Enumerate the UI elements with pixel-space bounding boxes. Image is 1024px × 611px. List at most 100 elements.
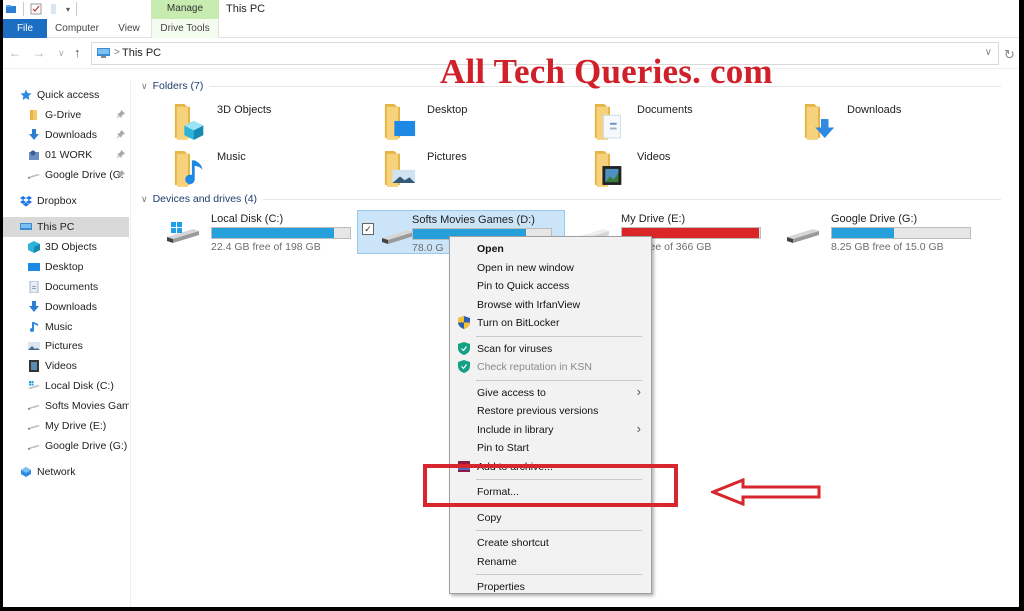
- sidebar-item-documents[interactable]: Documents: [3, 277, 129, 297]
- menu-item-label: Open: [477, 243, 504, 255]
- chevron-down-icon[interactable]: ∨: [985, 47, 992, 58]
- sidebar-item-music[interactable]: Music: [3, 317, 129, 337]
- music-folder-icon: [173, 147, 207, 187]
- sidebar-item-label: Downloads: [45, 301, 97, 313]
- menu-item-check-reputation-in-ksn: Check reputation in KSN: [450, 358, 651, 376]
- sidebar-item-downloads[interactable]: Downloads: [3, 125, 129, 145]
- arrow-right-icon[interactable]: →: [33, 46, 45, 60]
- watermark-text: All Tech Queries. com: [440, 52, 773, 91]
- sidebar-item-label: 01 WORK: [45, 149, 93, 161]
- manage-contextual-tab[interactable]: Manage: [151, 0, 219, 19]
- menu-item-turn-on-bitlocker[interactable]: Turn on BitLocker: [450, 314, 651, 332]
- menu-item-open-in-new-window[interactable]: Open in new window: [450, 259, 651, 277]
- tab-computer[interactable]: Computer: [55, 19, 99, 38]
- video-icon: [28, 360, 40, 372]
- selection-checkbox[interactable]: ✓: [362, 223, 374, 235]
- sidebar-item-desktop[interactable]: Desktop: [3, 257, 129, 277]
- sidebar-item-label: This PC: [37, 221, 75, 233]
- sidebar-item-downloads[interactable]: Downloads: [3, 297, 129, 317]
- sidebar-item-local-disk-c[interactable]: Local Disk (C:): [3, 376, 129, 396]
- folder-documents[interactable]: Documents: [593, 100, 793, 144]
- dropbox-icon: [20, 195, 32, 207]
- sidebar-item-pictures[interactable]: Pictures: [3, 336, 129, 356]
- menu-item-include-in-library[interactable]: Include in library ›: [450, 421, 651, 439]
- sidebar-item-softs-movies-games[interactable]: Softs Movies Games: [3, 396, 129, 416]
- sidebar-item-label: Network: [37, 466, 76, 478]
- menu-item-browse-with-irfanview[interactable]: Browse with IrfanView: [450, 296, 651, 314]
- pictures-folder-icon: [383, 147, 417, 187]
- properties-check-icon[interactable]: [30, 3, 42, 15]
- navigation-pane: Quick access G-Drive Downloads 01 WORK Googl…: [3, 80, 131, 607]
- desktop-folder-icon: [383, 100, 417, 140]
- customize-toolbar-icon[interactable]: ▾: [66, 5, 70, 14]
- sidebar-item-label: Videos: [45, 360, 77, 372]
- download-icon: [28, 301, 40, 313]
- network-icon: [20, 466, 32, 478]
- arrow-left-icon[interactable]: ←: [9, 46, 21, 60]
- tab-file[interactable]: File: [3, 19, 47, 38]
- pin-icon[interactable]: [116, 169, 125, 181]
- drive-free-space: 8.25 GB free of 15.0 GB: [831, 241, 944, 253]
- quick-access-toolbar: ▾: [5, 2, 78, 16]
- sidebar-item-label: Quick access: [37, 89, 100, 101]
- drive-icon: [28, 400, 40, 412]
- sidebar-item-google-drive-g[interactable]: Google Drive (G:: [3, 165, 129, 185]
- star-icon: [20, 89, 32, 101]
- menu-item-label: Pin to Start: [477, 442, 529, 454]
- pin-icon[interactable]: [116, 129, 125, 141]
- folder-3d-objects[interactable]: 3D Objects: [173, 100, 373, 144]
- highlight-box: [423, 464, 678, 507]
- folder-music[interactable]: Music: [173, 147, 373, 191]
- breadcrumb-this-pc[interactable]: This PC: [122, 47, 161, 59]
- tab-drive-tools[interactable]: Drive Tools: [151, 19, 219, 38]
- sidebar-item-dropbox[interactable]: Dropbox: [3, 191, 129, 211]
- folder-desktop[interactable]: Desktop: [383, 100, 583, 144]
- explorer-icon[interactable]: [5, 3, 17, 15]
- sidebar-item-google-drive-g[interactable]: Google Drive (G:): [3, 436, 129, 456]
- menu-item-copy[interactable]: Copy: [450, 509, 651, 527]
- sidebar-item-3d-objects[interactable]: 3D Objects: [3, 237, 129, 257]
- menu-item-label: Browse with IrfanView: [477, 298, 581, 311]
- drives-section-header[interactable]: ∨ Devices and drives (4): [141, 193, 1001, 205]
- menu-separator: [476, 379, 642, 381]
- menu-item-scan-for-viruses[interactable]: Scan for viruses: [450, 340, 651, 358]
- sidebar-item-g-drive[interactable]: G-Drive: [3, 105, 129, 125]
- menu-item-pin-to-start[interactable]: Pin to Start: [450, 439, 651, 457]
- sidebar-item-this-pc[interactable]: This PC: [3, 217, 129, 237]
- drive-usage-fill: [832, 228, 895, 238]
- refresh-icon[interactable]: ↻: [1004, 47, 1015, 63]
- menu-item-label: Turn on BitLocker: [477, 317, 560, 329]
- menu-item-pin-to-quick-access[interactable]: Pin to Quick access: [450, 277, 651, 295]
- pin-icon[interactable]: [116, 149, 125, 161]
- sidebar-item-label: Google Drive (G:): [45, 440, 128, 452]
- sidebar-item-videos[interactable]: Videos: [3, 356, 129, 376]
- folder-pictures[interactable]: Pictures: [383, 147, 583, 191]
- arrow-up-icon[interactable]: ↑: [74, 45, 81, 60]
- folder-videos[interactable]: Videos: [593, 147, 793, 191]
- sidebar-item-label: My Drive (E:): [45, 420, 107, 432]
- computer-icon: [97, 48, 110, 58]
- document-icon: [28, 281, 40, 293]
- cube-icon: [28, 241, 40, 253]
- folder-downloads[interactable]: Downloads: [803, 100, 1003, 144]
- pin-icon[interactable]: [116, 109, 125, 121]
- new-folder-icon[interactable]: [48, 3, 60, 15]
- sidebar-item-network[interactable]: Network: [3, 462, 129, 482]
- sidebar-item-label: Downloads: [45, 129, 97, 141]
- menu-item-rename[interactable]: Rename: [450, 553, 651, 571]
- kaspersky-shield-icon: [458, 360, 470, 373]
- sidebar-item-quick-access[interactable]: Quick access: [3, 85, 129, 105]
- download-icon: [28, 129, 40, 141]
- tab-view[interactable]: View: [115, 19, 143, 38]
- sidebar-item-01-work[interactable]: 01 WORK: [3, 145, 129, 165]
- drive-free-space: 78.0 G: [412, 242, 444, 254]
- menu-item-open[interactable]: Open: [450, 240, 651, 258]
- drive-google-drive-g[interactable]: Google Drive (G:) 8.25 GB free of 15.0 GB: [777, 210, 985, 254]
- drive-local-disk-c[interactable]: Local Disk (C:) 22.4 GB free of 198 GB: [157, 210, 365, 254]
- chevron-down-icon[interactable]: ∨: [58, 48, 65, 59]
- menu-item-restore-previous-versions[interactable]: Restore previous versions: [450, 402, 651, 420]
- menu-item-properties[interactable]: Properties: [450, 578, 651, 596]
- sidebar-item-my-drive-e[interactable]: My Drive (E:): [3, 416, 129, 436]
- menu-item-give-access-to[interactable]: Give access to ›: [450, 384, 651, 402]
- menu-item-create-shortcut[interactable]: Create shortcut: [450, 534, 651, 552]
